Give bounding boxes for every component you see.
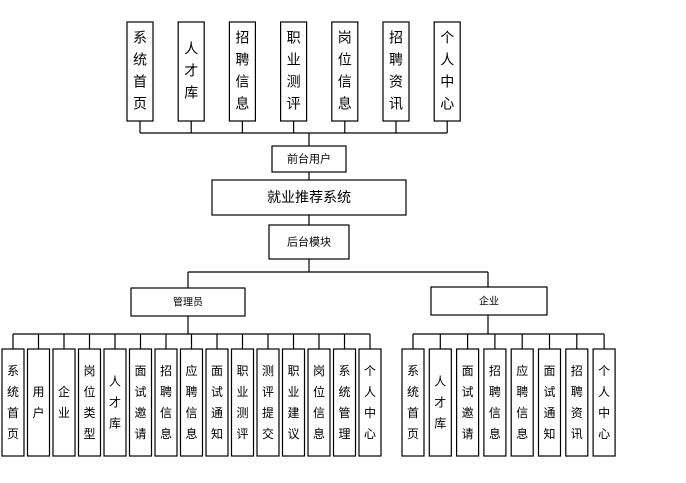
company-module-label: 人才库	[434, 374, 446, 430]
front-module-label: 人才库	[184, 42, 198, 102]
admin-module-label: 人才库	[109, 374, 121, 430]
admin-module-box	[26, 348, 51, 457]
company-modules: 系统首页人才库面试邀请招聘信息应聘信息面试通知招聘资讯个人中心	[401, 333, 616, 457]
admin-module-box	[52, 348, 76, 457]
backend-label: 后台模块	[287, 235, 331, 249]
system-structure-diagram: 前台用户 就业推荐系统 后台模块 管理员 企业 系统首页人才库招聘信息职业测评岗…	[1, 21, 616, 457]
admin-label: 管理员	[173, 296, 203, 309]
front-modules: 系统首页人才库招聘信息职业测评岗位信息招聘资讯个人中心	[126, 21, 461, 134]
admin-modules: 系统首页用户企业岗位类型人才库面试邀请招聘信息应聘信息面试通知职业测评测评提交职…	[1, 333, 382, 457]
company-label: 企业	[479, 295, 499, 308]
front-user-label: 前台用户	[287, 152, 331, 166]
system-name-label: 就业推荐系统	[267, 190, 351, 206]
